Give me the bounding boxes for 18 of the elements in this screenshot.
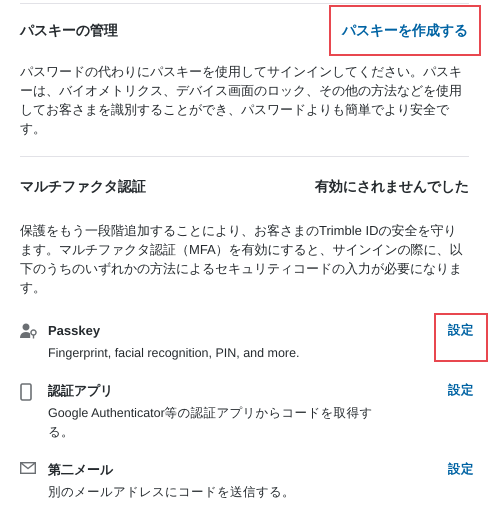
method-description: 別のメールアドレスにコードを送信する。 <box>48 484 296 501</box>
method-title: 認証アプリ <box>48 382 114 400</box>
setup-link[interactable]: 設定 <box>434 452 488 501</box>
create-passkey-link[interactable]: パスキーを作成する <box>329 4 481 56</box>
mfa-description: 保護をもう一段階追加することにより、お客さまのTrimble IDの安全を守ります。マルチファクタ認証（MFA）を有効にすると、サインインの際に、以下のうちのいずれかの方法によるセキュリティコードの入力が必要になります。 <box>20 222 464 297</box>
phone-icon <box>20 383 32 401</box>
mail-icon <box>20 462 36 474</box>
method-description: Fingerprint, facial recognition, PIN, and more. <box>48 345 301 362</box>
setup-link[interactable]: 設定 <box>434 373 488 422</box>
section-title: マルチファクタ認証 <box>20 176 146 196</box>
method-description: Google Authenticator等の認証アプリからコードを取得する。 <box>48 405 374 441</box>
method-title: Passkey <box>48 322 102 340</box>
setup-link[interactable]: 設定 <box>434 313 488 362</box>
mfa-status: 有効にされませんでした <box>315 176 469 196</box>
method-title: 第二メール <box>48 461 114 479</box>
section-title: パスキーの管理 <box>20 20 118 40</box>
passkey-description: パスワードの代わりにパスキーを使用してサインインしてください。パスキーは、バイオメトリクス、デバイス画面のロック、その他の方法などを使用してお客さまを識別することができ、パスワードよりも簡単でより安全です。 <box>20 63 463 138</box>
person-key-icon <box>20 323 38 339</box>
